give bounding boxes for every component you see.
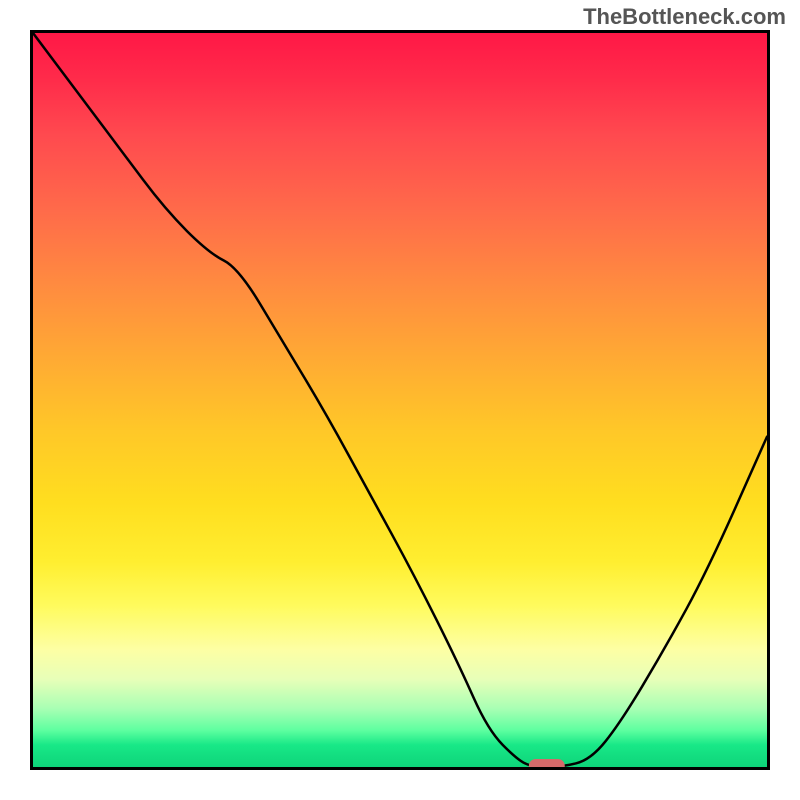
chart-frame — [30, 30, 770, 770]
watermark-text: TheBottleneck.com — [583, 4, 786, 30]
optimal-range-marker — [529, 759, 565, 767]
bottleneck-curve-path — [33, 33, 767, 767]
chart-svg — [33, 33, 767, 767]
